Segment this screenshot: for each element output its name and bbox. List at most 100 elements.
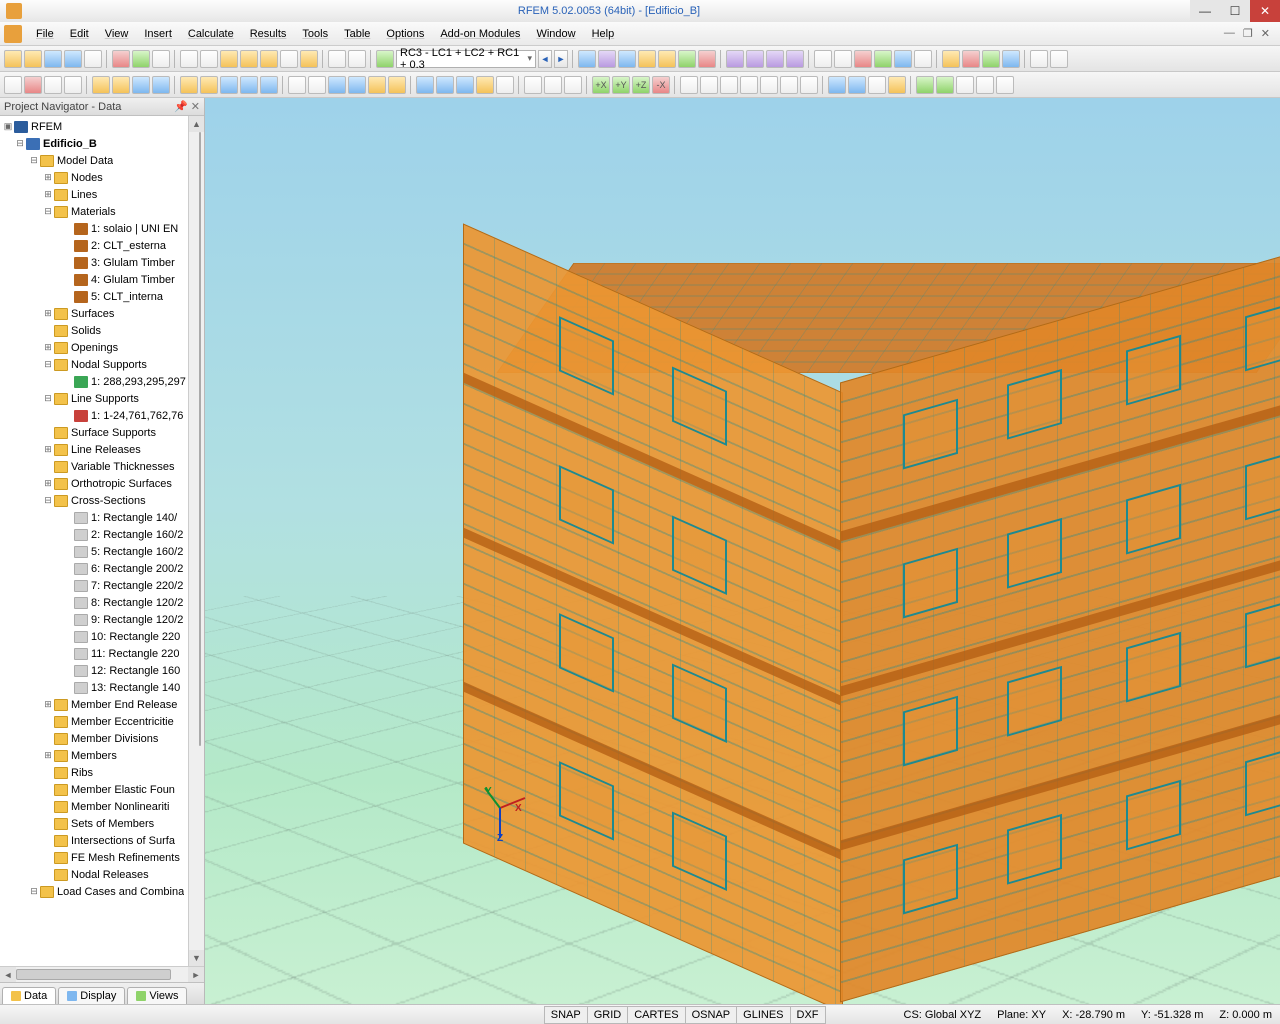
- status-grid[interactable]: GRID: [587, 1006, 629, 1024]
- mdi-restore-icon[interactable]: ❐: [1243, 27, 1253, 40]
- tree-cs-7[interactable]: 7: Rectangle 220/2: [91, 580, 183, 592]
- tree-cs-5[interactable]: 5: Rectangle 160/2: [91, 546, 183, 558]
- member-button[interactable]: [92, 76, 110, 94]
- menu-insert[interactable]: Insert: [136, 25, 180, 43]
- rotate-obj-button[interactable]: [220, 76, 238, 94]
- tree-root[interactable]: RFEM: [31, 121, 62, 133]
- print-button[interactable]: [84, 50, 102, 68]
- anim-button[interactable]: [868, 76, 886, 94]
- tree-mem-ecc[interactable]: Member Eccentricitie: [71, 716, 174, 728]
- solid-obj-button[interactable]: [152, 76, 170, 94]
- tree-sets[interactable]: Sets of Members: [71, 818, 154, 830]
- tree-ortho[interactable]: Orthotropic Surfaces: [71, 478, 172, 490]
- tree-cs-13[interactable]: 13: Rectangle 140: [91, 682, 180, 694]
- report-button[interactable]: [1030, 50, 1048, 68]
- help-button[interactable]: [1050, 50, 1068, 68]
- tree-var-thick[interactable]: Variable Thicknesses: [71, 461, 175, 473]
- tree-mem-ef[interactable]: Member Elastic Foun: [71, 784, 175, 796]
- excel-button[interactable]: [1002, 50, 1020, 68]
- tree-nodes[interactable]: Nodes: [71, 172, 103, 184]
- fit-button[interactable]: [524, 76, 542, 94]
- calc-button[interactable]: [376, 50, 394, 68]
- tree-members[interactable]: Members: [71, 750, 117, 762]
- cut-button[interactable]: [152, 50, 170, 68]
- tree-cs-10[interactable]: 10: Rectangle 220: [91, 631, 180, 643]
- tree-mat-5[interactable]: 5: CLT_interna: [91, 291, 163, 303]
- maximize-button[interactable]: ☐: [1220, 0, 1250, 22]
- disp1-button[interactable]: [760, 76, 778, 94]
- check1-button[interactable]: [916, 76, 934, 94]
- screenshot-button[interactable]: [828, 76, 846, 94]
- move-button[interactable]: [180, 76, 198, 94]
- copy-button[interactable]: [180, 50, 198, 68]
- zoom-window-button[interactable]: [260, 50, 278, 68]
- tree-cs-6[interactable]: 6: Rectangle 200/2: [91, 563, 183, 575]
- tree-inter[interactable]: Intersections of Surfa: [71, 835, 175, 847]
- meas-button[interactable]: [888, 76, 906, 94]
- line-tool-button[interactable]: [814, 50, 832, 68]
- load-tool-button[interactable]: [874, 50, 892, 68]
- mdi-close-icon[interactable]: ✕: [1261, 27, 1270, 40]
- connect-button[interactable]: [308, 76, 326, 94]
- wire-button[interactable]: [658, 50, 676, 68]
- tree-cs-9[interactable]: 9: Rectangle 120/2: [91, 614, 183, 626]
- tree-nodal-sup-1[interactable]: 1: 288,293,295,297: [91, 376, 186, 388]
- view-persp-button[interactable]: [496, 76, 514, 94]
- num-y-button[interactable]: +Y: [612, 76, 630, 94]
- minimize-button[interactable]: —: [1190, 0, 1220, 22]
- pin-icon[interactable]: 📌 ✕: [174, 100, 200, 113]
- find-button[interactable]: [220, 50, 238, 68]
- lc-prev-button[interactable]: ◄: [538, 50, 552, 68]
- tree-surface-supports[interactable]: Surface Supports: [71, 427, 156, 439]
- tree-cs-11[interactable]: 11: Rectangle 220: [91, 648, 179, 660]
- divide-button[interactable]: [288, 76, 306, 94]
- tree-cross-sections[interactable]: Cross-Sections: [71, 495, 146, 507]
- undo-button[interactable]: [112, 50, 130, 68]
- num-x-button[interactable]: +X: [592, 76, 610, 94]
- load-case-combo[interactable]: RC3 - LC1 + LC2 + RC1 + 0.3: [396, 50, 536, 68]
- neg-x-button[interactable]: -X: [652, 76, 670, 94]
- arc-button[interactable]: [64, 76, 82, 94]
- open-button[interactable]: [24, 50, 42, 68]
- tree-mem-div[interactable]: Member Divisions: [71, 733, 158, 745]
- tree-surfaces[interactable]: Surfaces: [71, 308, 114, 320]
- tree-model-data[interactable]: Model Data: [57, 155, 113, 167]
- tree-mat-3[interactable]: 3: Glulam Timber: [91, 257, 175, 269]
- pattern2-button[interactable]: [746, 50, 764, 68]
- array-button[interactable]: [260, 76, 278, 94]
- menu-results[interactable]: Results: [242, 25, 295, 43]
- app-menu-icon[interactable]: [4, 25, 22, 43]
- tree-line-supports[interactable]: Line Supports: [71, 393, 139, 405]
- tree[interactable]: ▣RFEM ⊟Edificio_B ⊟Model Data ⊞Nodes ⊞Li…: [0, 116, 188, 966]
- check2-button[interactable]: [936, 76, 954, 94]
- viewz-button[interactable]: [456, 76, 474, 94]
- view-iso-button[interactable]: [476, 76, 494, 94]
- results-button[interactable]: [578, 50, 596, 68]
- tree-solids[interactable]: Solids: [71, 325, 101, 337]
- tree-mat-4[interactable]: 4: Glulam Timber: [91, 274, 175, 286]
- tree-cs-2[interactable]: 2: Rectangle 160/2: [91, 529, 183, 541]
- menu-table[interactable]: Table: [336, 25, 378, 43]
- prev-view-button[interactable]: [544, 76, 562, 94]
- menu-edit[interactable]: Edit: [62, 25, 97, 43]
- pattern1-button[interactable]: [726, 50, 744, 68]
- menu-help[interactable]: Help: [584, 25, 623, 43]
- layer1-button[interactable]: [680, 76, 698, 94]
- pattern4-button[interactable]: [786, 50, 804, 68]
- hinge-tool-button[interactable]: [834, 50, 852, 68]
- mod1-button[interactable]: [942, 50, 960, 68]
- viewx-button[interactable]: [416, 76, 434, 94]
- node-tool-button[interactable]: [894, 50, 912, 68]
- status-cartes[interactable]: CARTES: [627, 1006, 685, 1024]
- building-model[interactable]: [455, 218, 1280, 958]
- select-button[interactable]: [4, 76, 22, 94]
- surface-button[interactable]: [112, 76, 130, 94]
- join-button[interactable]: [368, 76, 386, 94]
- trim-button[interactable]: [348, 76, 366, 94]
- tree-nodal-supports[interactable]: Nodal Supports: [71, 359, 147, 371]
- render-button[interactable]: [638, 50, 656, 68]
- menu-tools[interactable]: Tools: [294, 25, 336, 43]
- solid-button[interactable]: [678, 50, 696, 68]
- pan-button[interactable]: [280, 50, 298, 68]
- tool-b-button[interactable]: [976, 76, 994, 94]
